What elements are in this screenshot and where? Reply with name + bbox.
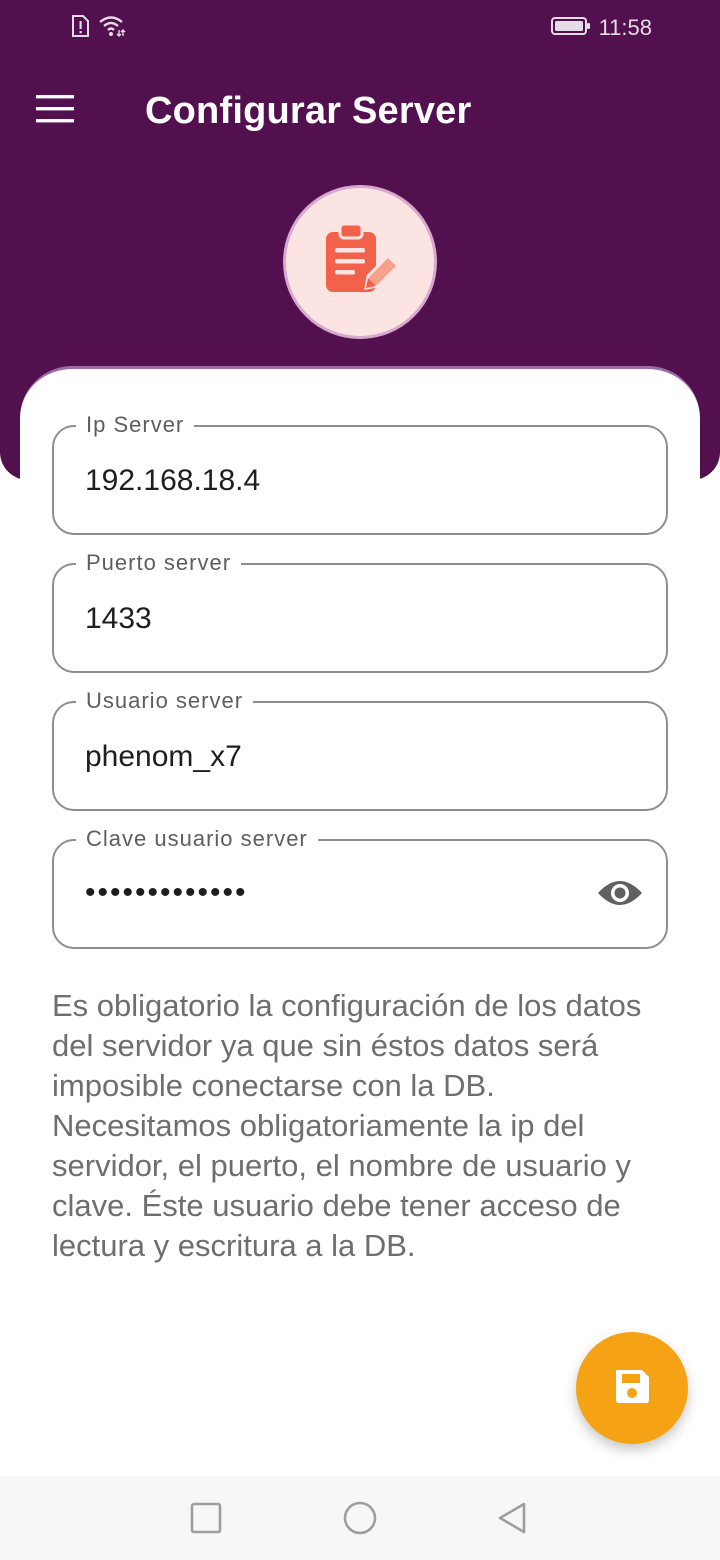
logo-avatar	[283, 185, 437, 339]
eye-icon	[597, 878, 643, 913]
password-server-label: Clave usuario server	[76, 825, 318, 853]
wifi-icon	[98, 14, 126, 43]
password-server-field[interactable]: Clave usuario server •••••••••••••	[52, 825, 668, 949]
port-server-field[interactable]: Puerto server 1433	[52, 549, 668, 673]
ip-server-field[interactable]: Ip Server 192.168.18.4	[52, 411, 668, 535]
user-server-field[interactable]: Usuario server phenom_x7	[52, 687, 668, 811]
clipboard-edit-icon	[318, 218, 402, 307]
toggle-password-visibility-button[interactable]	[596, 873, 644, 917]
recents-square-icon	[190, 1502, 222, 1539]
back-button[interactable]	[492, 1500, 532, 1540]
password-server-input[interactable]: •••••••••••••	[85, 875, 248, 911]
app-bar: Configurar Server	[0, 64, 720, 160]
status-bar: 11:58	[0, 0, 720, 56]
home-circle-icon	[342, 1500, 378, 1541]
recents-button[interactable]	[186, 1500, 226, 1540]
info-text: Es obligatorio la configuración de los d…	[52, 988, 642, 1263]
port-server-input[interactable]: 1433	[85, 601, 152, 637]
port-server-label: Puerto server	[76, 549, 242, 577]
ip-server-label: Ip Server	[76, 411, 195, 439]
page-title: Configurar Server	[145, 90, 472, 132]
status-left	[70, 14, 126, 43]
status-time: 11:58	[598, 15, 652, 40]
screen: 11:58 Configurar Server Ip Server 192.16…	[0, 0, 720, 1560]
menu-button[interactable]	[28, 86, 84, 136]
user-server-input[interactable]: phenom_x7	[85, 739, 242, 775]
ip-server-input[interactable]: 192.168.18.4	[85, 463, 260, 499]
status-right: 11:58	[550, 14, 652, 42]
sim-alert-icon	[70, 14, 90, 43]
back-triangle-icon	[496, 1501, 528, 1540]
save-button[interactable]	[576, 1332, 688, 1444]
home-button[interactable]	[340, 1500, 380, 1540]
navigation-bar	[0, 1476, 720, 1560]
user-server-label: Usuario server	[76, 687, 254, 715]
menu-icon	[36, 94, 76, 129]
save-icon	[612, 1366, 652, 1411]
battery-icon	[550, 16, 591, 41]
